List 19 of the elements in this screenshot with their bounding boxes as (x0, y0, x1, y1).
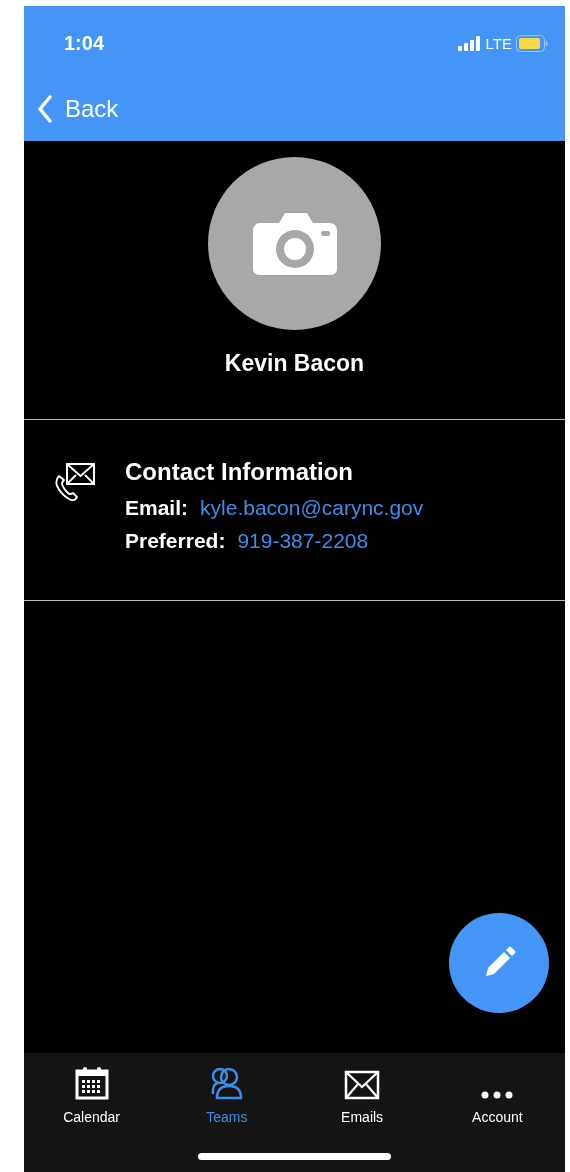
battery-icon (516, 34, 548, 52)
signal-icon (457, 35, 482, 51)
envelope-icon (344, 1070, 381, 1100)
chevron-left-icon (37, 95, 53, 123)
calendar-icon (74, 1066, 109, 1100)
tab[interactable]: Account (429, 1065, 565, 1125)
status-time: 1:04 (64, 31, 105, 55)
tab[interactable]: Calendar (24, 1065, 160, 1125)
profile-name: Kevin Bacon (224, 350, 365, 377)
contact-link[interactable]: kyle.bacon@carync.gov (200, 496, 424, 520)
phone-envelope-icon (54, 462, 96, 502)
contact-link[interactable]: 919-387-2208 (237, 529, 369, 553)
section-title: Contact Information (125, 458, 354, 486)
field-label: Email: (125, 496, 189, 520)
field-label: Preferred: (125, 529, 226, 553)
more-icon (480, 1090, 515, 1100)
network-label: LTE (485, 34, 512, 52)
tab[interactable]: Emails (294, 1065, 430, 1125)
tab[interactable]: Teams (159, 1065, 295, 1125)
